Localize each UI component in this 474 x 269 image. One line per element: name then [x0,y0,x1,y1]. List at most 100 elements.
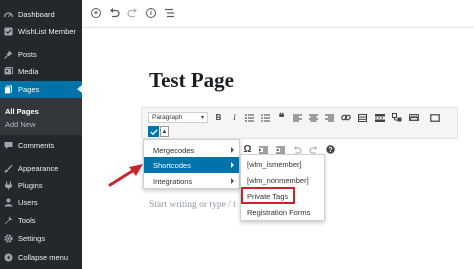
menu-item-integrations[interactable]: Integrations [144,173,239,189]
sidebar-item-label: Users [18,198,38,207]
align-left-button[interactable] [292,112,303,123]
sidebar-item-label: Comments [18,141,55,150]
link-icon [340,114,351,121]
wishlist-icon [391,113,401,122]
add-block-button[interactable]: + [89,6,103,20]
numbered-list-icon [261,113,270,122]
read-more-icon [374,113,385,122]
italic-button[interactable]: I [229,112,240,123]
sidebar-item-label: Dashboard [18,10,55,19]
sidebar-item-label: Appearance [18,164,59,173]
list-icon [164,8,174,18]
sidebar-item-pages[interactable]: Pages [0,81,82,98]
users-icon [4,198,13,207]
sidebar-item-comments[interactable]: Comments [0,137,82,154]
plus-icon: + [91,8,101,18]
bullet-list-icon [245,113,254,122]
insert-link-button[interactable] [340,112,351,123]
content-info-button[interactable]: i [144,6,158,20]
admin-sidebar: Dashboard WishList Member Posts Media Pa… [0,0,82,269]
quote-icon: ❝ [278,112,285,124]
page-title[interactable]: Test Page [149,68,234,93]
tools-icon [4,216,13,225]
sidebar-item-plugins[interactable]: Plugins [0,177,82,194]
svg-text:?: ? [328,147,332,154]
sidebar-item-label: Pages [18,85,40,94]
menu-item-label: Mergecodes [153,145,195,155]
format-select-value: Paragraph [152,114,183,121]
shortcode-dropdown-menu: Mergecodes Shortcodes Integrations [143,139,240,189]
format-select[interactable]: Paragraph ▾ [148,112,208,123]
toolbar-toggle-icon [358,113,367,122]
caret-right-icon [231,162,234,168]
submenu-all-pages[interactable]: All Pages [5,107,39,116]
align-right-button[interactable] [324,112,335,123]
menu-item-label: Integrations [153,176,193,186]
undo-icon [109,8,120,18]
sidebar-item-label: Media [18,67,39,76]
dashboard-icon [4,10,13,19]
pin-icon [4,50,13,59]
block-navigation-button[interactable] [162,6,176,20]
sidebar-item-label: Collapse menu [18,253,69,262]
bold-icon: B [215,113,222,122]
sidebar-item-settings[interactable]: Settings [0,230,82,247]
blockquote-button[interactable]: ❝ [276,112,287,124]
plugins-icon [4,181,13,190]
submenu-item-registration-forms[interactable]: Registration Forms [241,205,324,220]
align-center-button[interactable] [308,112,319,123]
collapse-menu-button[interactable]: Collapse menu [0,249,82,266]
appearance-icon [4,164,13,173]
keyboard-shortcuts-button[interactable]: ? [325,144,336,155]
wishlist-icon [4,27,13,36]
comments-icon [4,141,13,150]
italic-icon: I [233,113,236,122]
sidebar-item-label: Tools [18,216,36,225]
shortcode-menu-toggle[interactable]: ▲ [160,126,169,137]
caret-right-icon [231,147,234,153]
sidebar-item-media[interactable]: Media [0,63,82,80]
caret-up-icon: ▲ [161,128,168,135]
sidebar-item-label: Plugins [18,181,43,190]
menu-item-label: Shortcodes [153,160,191,170]
bullet-list-button[interactable] [244,112,255,123]
menu-item-shortcodes[interactable]: Shortcodes [144,157,239,173]
indent-icon [259,146,268,153]
chevron-down-icon: ▾ [200,115,204,121]
editor-placeholder[interactable]: Start writing or type / t [149,200,236,210]
help-icon: ? [326,145,335,154]
wishlist-toolbar-button[interactable] [391,112,402,123]
sidebar-item-posts[interactable]: Posts [0,46,82,63]
settings-icon [4,234,13,243]
sidebar-item-tools[interactable]: Tools [0,212,82,229]
redo-button[interactable] [125,6,139,20]
info-icon: i [146,8,156,18]
bold-button[interactable]: B [213,112,224,123]
submenu-item-wlm-ismember[interactable]: [wlm_ismember] [241,157,324,172]
pages-submenu: All Pages Add New [0,98,82,135]
submenu-item-wlm-nonmember[interactable]: [wlm_nonmember] [241,173,324,188]
pages-icon [4,85,13,94]
fullscreen-icon [429,113,440,122]
sidebar-item-users[interactable]: Users [0,194,82,211]
sidebar-item-appearance[interactable]: Appearance [0,160,82,177]
sidebar-item-dashboard[interactable]: Dashboard [0,6,82,23]
toolbar-toggle-button[interactable] [357,112,368,123]
undo-button[interactable] [107,6,121,20]
redo-icon [126,8,137,18]
sidebar-item-label: WishList Member [18,27,76,36]
submenu-add-new[interactable]: Add New [5,120,35,129]
shortcode-menu-button[interactable] [148,126,159,137]
private-tags-highlight [241,187,295,204]
align-right-icon [325,114,334,121]
fullscreen-button[interactable] [429,112,440,123]
numbered-list-button[interactable] [260,112,271,123]
collapse-icon [4,253,13,262]
menu-item-mergecodes[interactable]: Mergecodes [144,142,239,158]
sidebar-item-wishlist-member[interactable]: WishList Member [0,23,82,40]
read-more-button[interactable] [374,112,385,123]
sidebar-item-label: Posts [18,50,37,59]
media-icon [4,67,13,76]
keyboard-button[interactable] [408,112,419,123]
outdent-icon [276,146,285,153]
